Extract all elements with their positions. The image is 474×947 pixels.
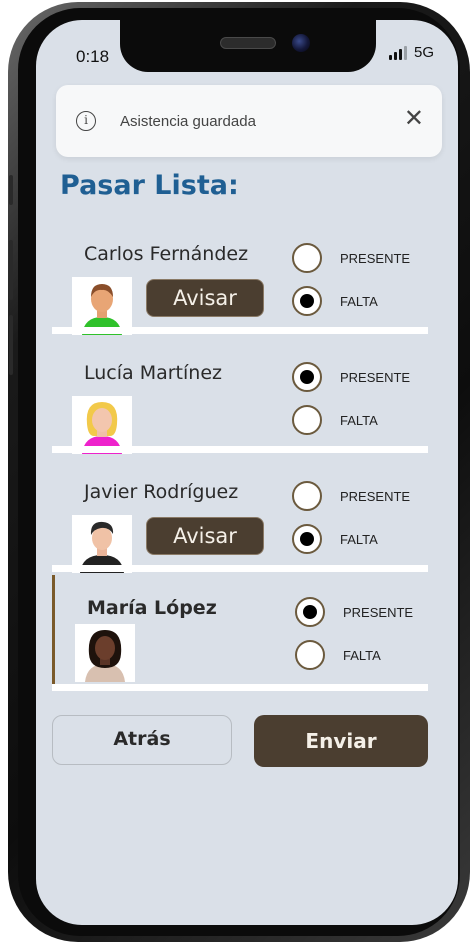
present-label: PRESENTE <box>340 250 411 266</box>
student-name: Lucía Martínez <box>84 362 222 384</box>
divider <box>52 446 428 453</box>
volume-up-button <box>9 240 13 300</box>
present-label: PRESENTE <box>343 604 414 620</box>
present-option[interactable]: PRESENTE <box>292 481 410 511</box>
present-option[interactable]: PRESENTE <box>292 362 410 392</box>
present-radio[interactable] <box>292 243 322 273</box>
toast-notification: i Asistencia guardada ✕ <box>56 85 442 157</box>
speaker-grille <box>220 37 276 49</box>
signal-strength-icon <box>388 45 407 60</box>
divider <box>52 327 428 334</box>
present-radio[interactable] <box>292 481 322 511</box>
student-row-carlos: Carlos Fernández Avisar PRESENTE FALTA <box>52 235 428 353</box>
absent-option[interactable]: FALTA <box>292 524 378 554</box>
phone-screen: 0:18 5G i Asistencia guardada ✕ Pasar Li… <box>36 20 458 925</box>
side-button <box>9 175 13 205</box>
student-name: Carlos Fernández <box>84 243 249 265</box>
notify-button[interactable]: Avisar <box>146 279 264 317</box>
absent-label: FALTA <box>340 531 378 547</box>
absent-label: FALTA <box>343 647 381 663</box>
back-button[interactable]: Atrás <box>52 715 232 765</box>
send-button[interactable]: Enviar <box>254 715 428 767</box>
absent-option[interactable]: FALTA <box>292 405 378 435</box>
status-indicators: 5G <box>388 44 434 61</box>
info-icon: i <box>76 111 96 131</box>
page-title: Pasar Lista: <box>60 170 239 201</box>
present-option[interactable]: PRESENTE <box>292 243 410 273</box>
student-row-maria: María López PRESENTE FALTA <box>52 575 431 684</box>
front-camera-icon <box>292 34 310 52</box>
status-time: 0:18 <box>76 47 110 66</box>
absent-radio[interactable] <box>292 405 322 435</box>
divider <box>52 684 428 691</box>
present-radio[interactable] <box>292 362 322 392</box>
notch <box>120 20 376 72</box>
absent-radio[interactable] <box>292 286 322 316</box>
notify-button[interactable]: Avisar <box>146 517 264 555</box>
network-type: 5G <box>413 44 434 61</box>
absent-radio[interactable] <box>292 524 322 554</box>
absent-label: FALTA <box>340 412 378 428</box>
present-radio[interactable] <box>295 597 325 627</box>
student-name: Javier Rodríguez <box>84 481 239 503</box>
absent-option[interactable]: FALTA <box>295 640 381 670</box>
student-name: María López <box>87 597 217 619</box>
present-label: PRESENTE <box>340 369 411 385</box>
student-row-javier: Javier Rodríguez Avisar PRESENTE FALTA <box>52 473 428 591</box>
absent-option[interactable]: FALTA <box>292 286 378 316</box>
toast-message: Asistencia guardada <box>120 113 256 130</box>
divider <box>52 565 428 572</box>
present-label: PRESENTE <box>340 488 411 504</box>
student-row-lucia: Lucía Martínez PRESENTE FALTA <box>52 354 428 472</box>
girl-dark-skin-avatar <box>75 624 135 682</box>
present-option[interactable]: PRESENTE <box>295 597 413 627</box>
absent-label: FALTA <box>340 293 378 309</box>
close-icon[interactable]: ✕ <box>404 107 424 131</box>
volume-down-button <box>9 315 13 375</box>
absent-radio[interactable] <box>295 640 325 670</box>
